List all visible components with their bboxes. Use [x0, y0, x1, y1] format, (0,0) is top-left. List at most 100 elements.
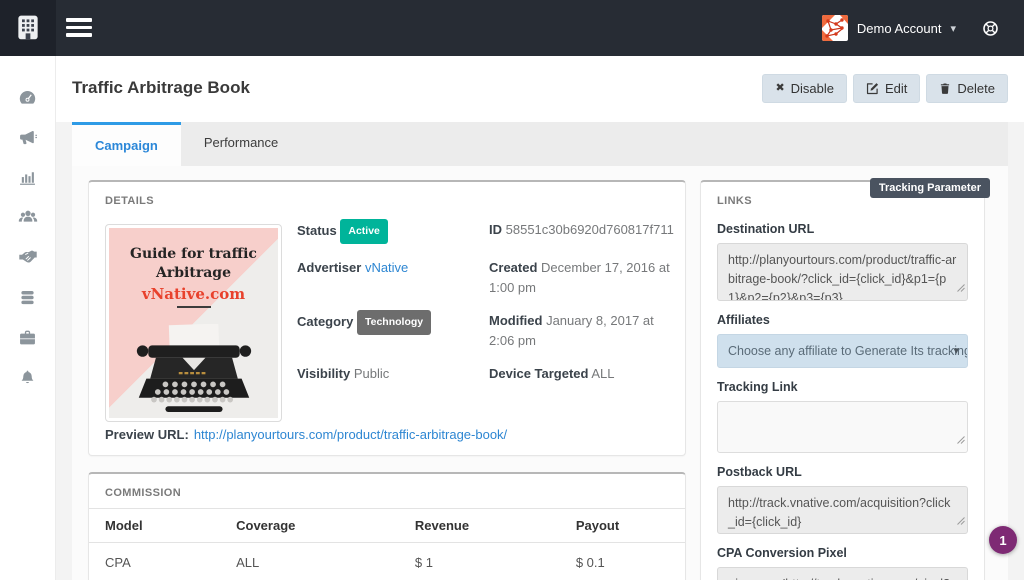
bell-icon	[21, 370, 34, 383]
delete-button-label: Delete	[957, 81, 995, 96]
destination-url-textarea[interactable]: http://planyourtours.com/product/traffic…	[717, 243, 968, 301]
sidebar-item-offers[interactable]	[16, 326, 40, 348]
category-badge: Technology	[356, 310, 432, 335]
sidebar-item-dashboard[interactable]	[16, 86, 40, 108]
sidebar-item-affiliates[interactable]	[16, 206, 40, 228]
details-fields: Status Active ID 58551c30b6920d760817f71…	[297, 219, 675, 384]
edit-button-label: Edit	[885, 81, 908, 96]
affiliates-select-value: Choose any affiliate to Generate Its tra…	[728, 344, 968, 358]
users-icon	[18, 210, 37, 222]
category-label: Category	[297, 314, 354, 329]
typewriter-illustration	[136, 324, 251, 412]
delete-button[interactable]: Delete	[926, 74, 1008, 103]
affiliates-select[interactable]: Choose any affiliate to Generate Its tra…	[717, 334, 968, 368]
affiliates-label: Affiliates	[717, 313, 770, 327]
id-label: ID	[489, 222, 502, 237]
created-field: Created December 17, 2016 at 1:00 pm	[489, 258, 675, 298]
advertiser-label: Advertiser	[297, 260, 362, 275]
support-lifebuoy-icon[interactable]	[978, 17, 1002, 39]
created-label: Created	[489, 260, 538, 275]
destination-url-value: http://planyourtours.com/product/traffic…	[728, 253, 957, 301]
sidebar-item-campaigns[interactable]	[16, 126, 40, 148]
modified-field: Modified January 8, 2017 at 2:06 pm	[489, 311, 675, 351]
commission-header-row: Model Coverage Revenue Payout	[89, 508, 685, 543]
tab-campaign[interactable]: Campaign	[72, 122, 181, 166]
advertiser-field: Advertiser vNative	[297, 258, 489, 298]
tracking-link-label: Tracking Link	[717, 380, 798, 394]
campaign-image-art: Guide for traffic Arbitrage vNative.com	[109, 228, 278, 418]
postback-url-label: Postback URL	[717, 465, 802, 479]
sidebar-item-data[interactable]	[16, 286, 40, 308]
postback-url-textarea[interactable]: http://track.vnative.com/acquisition?cli…	[717, 486, 968, 534]
resize-grip-icon[interactable]	[957, 279, 965, 298]
device-field: Device Targeted ALL	[489, 364, 675, 384]
column-coverage: Coverage	[220, 508, 399, 543]
briefcase-icon	[20, 330, 35, 344]
tab-performance[interactable]: Performance	[181, 122, 301, 166]
visibility-value: Public	[353, 366, 390, 381]
notification-count-badge[interactable]: 1	[989, 526, 1017, 554]
preview-url-link[interactable]: http://planyourtours.com/product/traffic…	[194, 427, 507, 442]
destination-url-label: Destination URL	[717, 222, 815, 236]
id-value: 58551c30b6920d760817f711	[505, 222, 674, 237]
preview-url-label: Preview URL:	[105, 427, 189, 442]
database-stack-icon	[21, 290, 34, 304]
sidebar-item-advertisers[interactable]	[16, 246, 40, 268]
status-label: Status	[297, 223, 337, 238]
account-name: Demo Account	[856, 20, 942, 36]
id-field: ID 58551c30b6920d760817f711	[489, 220, 675, 245]
tracking-link-textarea[interactable]	[717, 401, 968, 453]
image-text-line3: vNative.com	[141, 285, 246, 303]
cell-model: CPA	[89, 542, 221, 580]
main-area: Traffic Arbitrage Book ✖ Disable Edit De…	[56, 56, 1024, 580]
tab-content: DETAILS Guide for traffic Arbitrage vNat…	[72, 166, 1008, 580]
x-icon: ✖	[775, 82, 785, 94]
page-header: Traffic Arbitrage Book ✖ Disable Edit De…	[56, 56, 1024, 122]
device-targeted-label: Device Targeted	[489, 366, 589, 381]
megaphone-icon	[20, 130, 37, 144]
preview-url-row: Preview URL: http://planyourtours.com/pro…	[105, 427, 507, 442]
header-actions: ✖ Disable Edit Delete	[762, 74, 1008, 103]
commission-panel: COMMISSION Model Coverage Revenue Payout…	[88, 472, 686, 580]
trash-icon	[941, 83, 950, 94]
details-heading: DETAILS	[105, 195, 155, 207]
cell-payout: $ 0.1	[559, 542, 685, 580]
column-model: Model	[89, 508, 221, 543]
chevron-down-icon: ▾	[950, 22, 956, 35]
cell-revenue: $ 1	[398, 542, 560, 580]
image-underline	[176, 306, 211, 308]
campaign-image: Guide for traffic Arbitrage vNative.com	[105, 224, 282, 422]
resize-grip-icon[interactable]	[957, 512, 965, 531]
menu-toggle-icon[interactable]	[66, 18, 92, 41]
sidebar-item-reports[interactable]	[16, 166, 40, 188]
tab-bar: Campaign Performance	[72, 122, 1008, 166]
app-logo[interactable]	[0, 0, 56, 56]
left-sidebar	[0, 56, 56, 580]
sidebar-item-notifications[interactable]	[16, 366, 40, 388]
resize-grip-icon[interactable]	[957, 431, 965, 450]
page-title: Traffic Arbitrage Book	[72, 78, 250, 97]
commission-heading: COMMISSION	[105, 487, 182, 499]
column-revenue: Revenue	[398, 508, 560, 543]
links-panel: Tracking Parameter LINKS Destination URL…	[700, 178, 990, 580]
edit-button[interactable]: Edit	[853, 74, 921, 103]
top-navbar: Demo Account ▾	[0, 0, 1024, 56]
visibility-field: Visibility Public	[297, 364, 489, 384]
commission-table: Model Coverage Revenue Payout CPA ALL $ …	[89, 508, 685, 580]
cpa-pixel-textarea[interactable]: <img src='http://track.vnative.com/pixel…	[717, 567, 968, 580]
chevron-down-icon: ▾	[953, 345, 959, 357]
postback-url-value: http://track.vnative.com/acquisition?cli…	[728, 496, 951, 529]
disable-button[interactable]: ✖ Disable	[762, 74, 848, 103]
cell-coverage: ALL	[220, 542, 399, 580]
edit-pencil-icon	[866, 83, 879, 95]
image-text-line2: Arbitrage	[156, 265, 231, 281]
app-window: Demo Account ▾ Traffic Arbitrage Book ✖ …	[0, 0, 1024, 580]
navbar-right: Demo Account ▾	[821, 0, 1002, 56]
advertiser-link[interactable]: vNative	[365, 260, 408, 275]
table-row: CPA ALL $ 1 $ 0.1	[89, 542, 685, 580]
account-menu[interactable]: Demo Account ▾	[821, 15, 956, 41]
status-field: Status Active	[297, 219, 489, 245]
status-badge: Active	[340, 219, 388, 244]
disable-button-label: Disable	[790, 81, 835, 96]
image-text-line1: Guide for traffic	[130, 246, 257, 262]
